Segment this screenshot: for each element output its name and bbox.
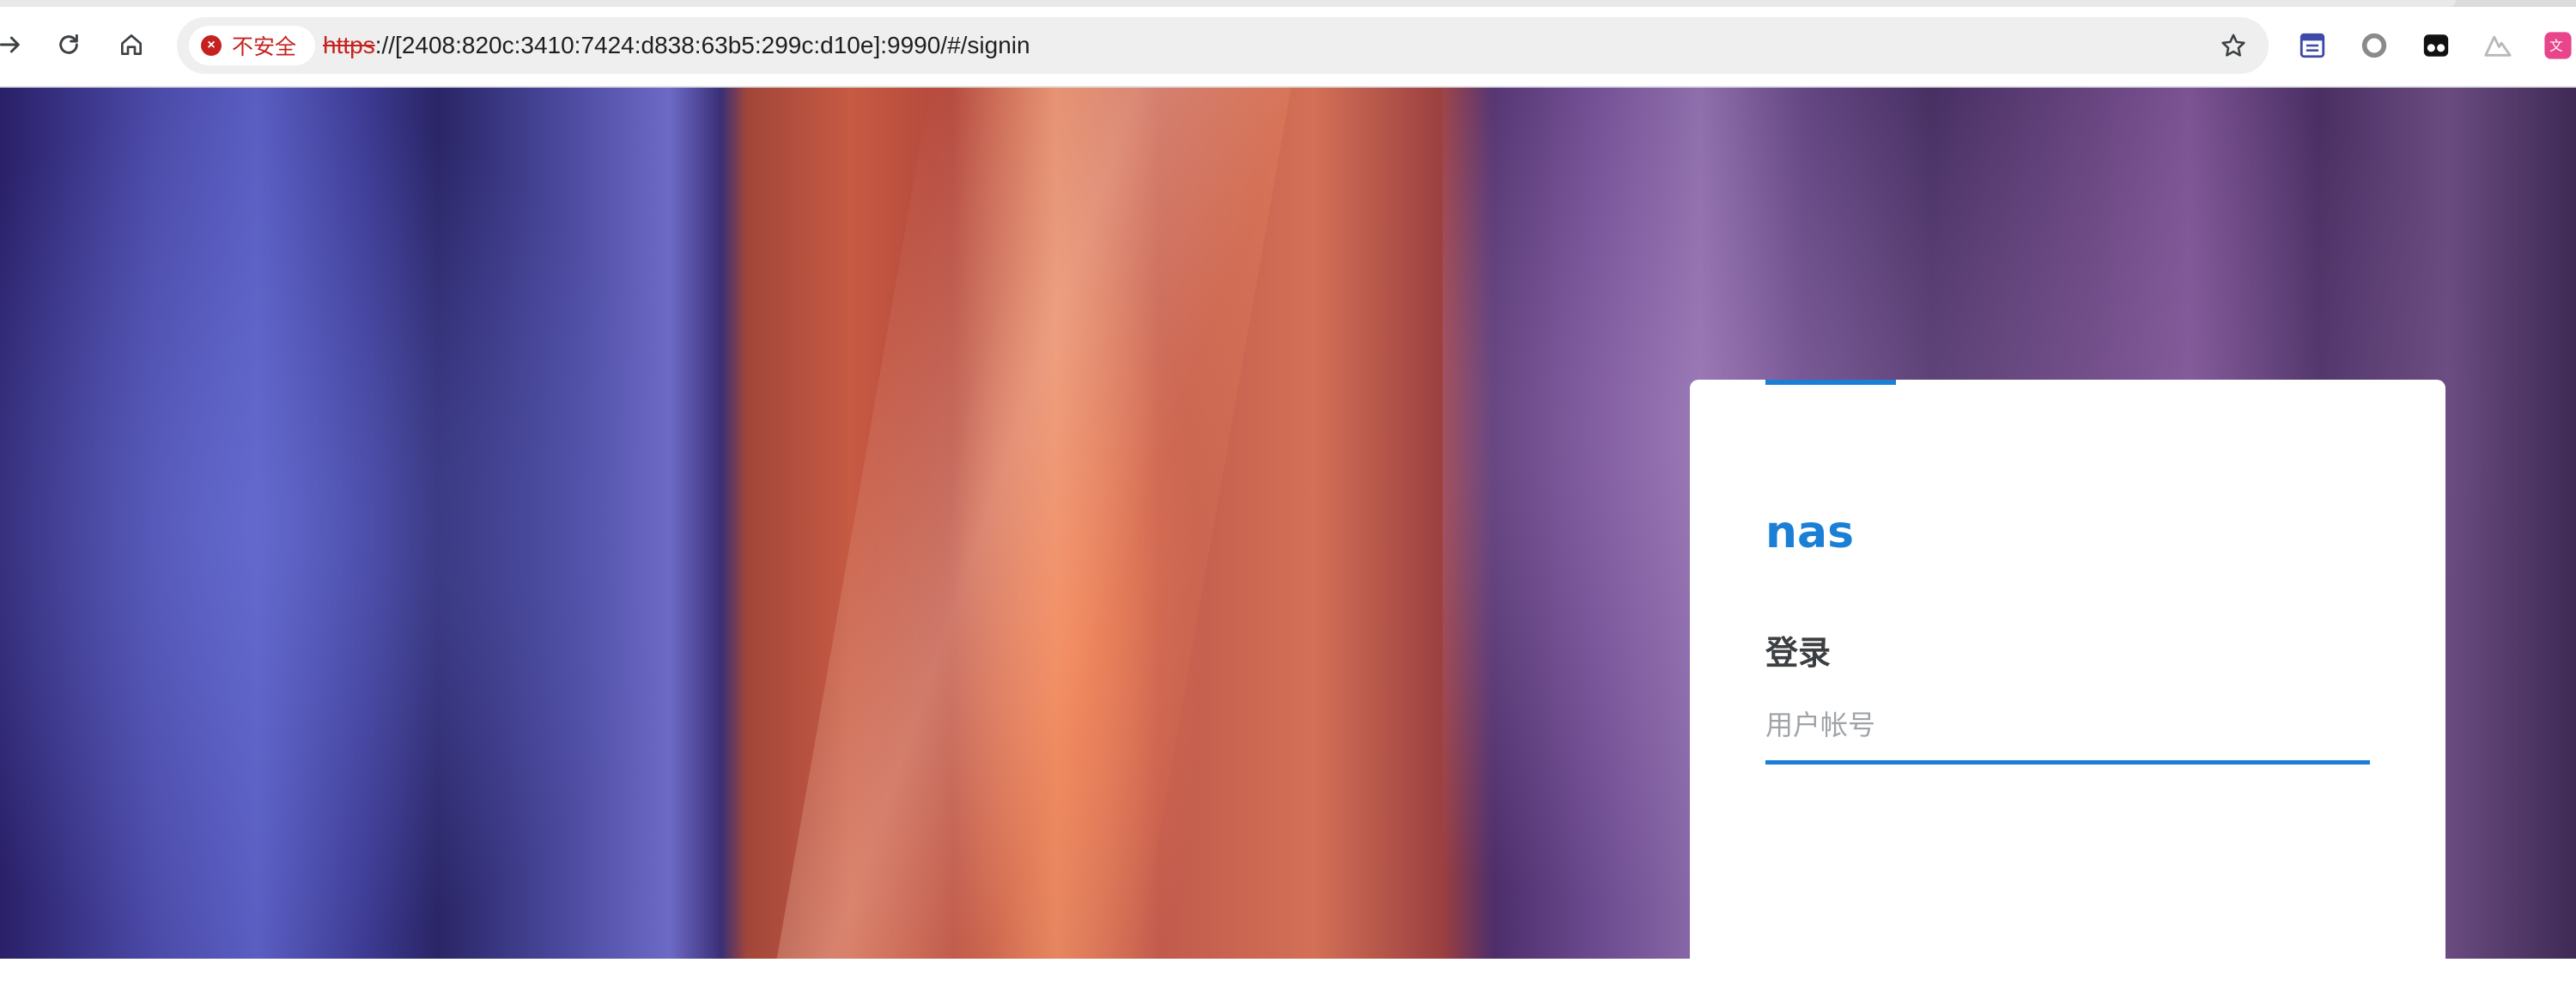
extension-glasses-button[interactable] [2421,31,2451,60]
card-accent-bar [1765,380,1896,385]
url-scheme: https [323,32,375,58]
home-button[interactable] [112,26,150,64]
extension-mountain-button[interactable] [2483,31,2512,60]
bookmark-star-button[interactable] [2217,29,2250,62]
insecure-icon: × [201,35,222,56]
username-input[interactable] [1765,691,2370,765]
extension-mountain-icon [2484,35,2512,57]
address-bar[interactable]: × 不安全 https://[2408:820c:3410:7424:d838:… [177,17,2269,74]
svg-text:文: 文 [2549,39,2563,54]
reload-icon [59,34,78,54]
login-title: 登录 [1765,636,1832,672]
translate-icon: 文 [2544,32,2572,59]
security-label: 不安全 [232,35,297,59]
canyon-light-beam [767,88,1294,959]
security-indicator[interactable]: × 不安全 [189,26,316,65]
forward-button[interactable] [0,26,29,64]
reader-mode-button[interactable] [2298,31,2327,60]
login-card: nas 登录 [1690,380,2445,981]
tab-strip [0,0,2576,7]
url-text[interactable]: https://[2408:820c:3410:7424:d838:63b5:2… [323,17,1030,74]
browser-toolbar: × 不安全 https://[2408:820c:3410:7424:d838:… [0,0,2576,88]
home-icon [121,34,142,55]
extension-ring-button[interactable] [2360,31,2389,60]
star-icon [2221,34,2245,57]
extension-glasses-icon [2423,34,2449,57]
app-name: nas [1765,507,1855,558]
reload-button[interactable] [50,26,88,64]
canyon-wall-left [0,88,721,959]
extension-ring-icon [2361,33,2387,58]
active-tab-edge [0,0,2456,7]
forward-icon [0,36,20,53]
url-rest: ://[2408:820c:3410:7424:d838:63b5:299c:d… [374,32,1030,58]
translate-button[interactable]: 文 [2543,31,2573,60]
reader-mode-icon [2300,33,2325,58]
